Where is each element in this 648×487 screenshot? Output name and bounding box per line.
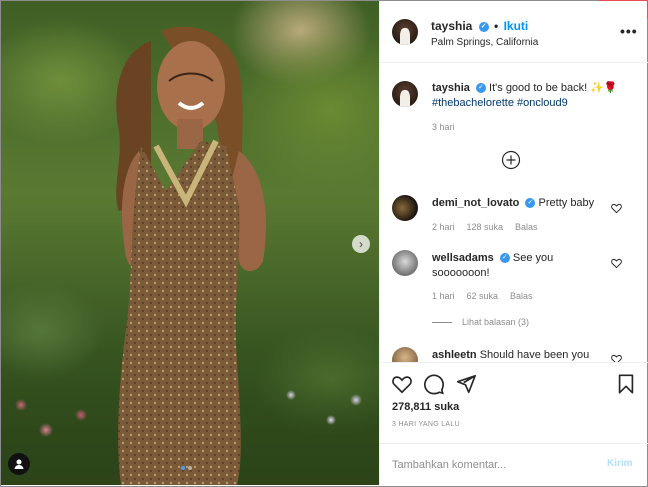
comment-meta: 1 hari 62 suka Balas [432, 291, 533, 301]
comment: wellsadams ✓ See you sooooooon! [432, 251, 567, 281]
replies-line [432, 321, 452, 323]
next-image-button[interactable]: › [352, 235, 370, 253]
post-sidebar: tayshia ✓ • Ikuti Palm Springs, Californ… [379, 1, 648, 485]
likes-count[interactable]: 278,811 suka [392, 401, 459, 413]
user-tag-icon [14, 459, 24, 469]
verified-icon: ✓ [525, 198, 536, 209]
post-actions: 278,811 suka 3 HARI YANG LALU [380, 362, 648, 443]
comment-likes[interactable]: 128 suka [467, 222, 504, 232]
add-circle-icon[interactable] [501, 150, 521, 170]
reply-button[interactable]: Balas [510, 291, 533, 301]
comment-like-heart-icon[interactable] [611, 203, 622, 214]
verified-icon: ✓ [475, 83, 486, 94]
add-comment-form: Kirim [380, 443, 648, 485]
bookmark-icon[interactable] [615, 373, 637, 395]
caption: tayshia ✓ It's good to be back! ✨🌹 #theb… [432, 81, 632, 111]
user-tags-button[interactable] [8, 453, 30, 475]
caption-hashtags[interactable]: #thebachelorette #oncloud9 [432, 97, 568, 109]
avatar[interactable] [392, 347, 418, 362]
caption-time[interactable]: 3 hari [432, 122, 455, 132]
caption-text: It's good to be back! ✨🌹 [489, 82, 618, 94]
comment: ashleetn Should have been you [432, 348, 612, 362]
separator-dot: • [494, 19, 499, 33]
post-header: tayshia ✓ • Ikuti Palm Springs, Californ… [380, 1, 648, 63]
post-location[interactable]: Palm Springs, California [431, 37, 538, 48]
reply-button[interactable]: Balas [515, 222, 538, 232]
comment-text: Pretty baby [538, 197, 595, 209]
comments-list: tayshia ✓ It's good to be back! ✨🌹 #theb… [380, 64, 648, 362]
comment-like-heart-icon[interactable] [611, 354, 622, 362]
comment-icon[interactable] [423, 373, 445, 395]
avatar[interactable] [392, 195, 418, 221]
comment-username[interactable]: wellsadams [432, 252, 494, 264]
share-icon[interactable] [455, 373, 477, 395]
comment-time[interactable]: 2 hari [432, 222, 455, 232]
comment-username[interactable]: ashleetn [432, 349, 477, 361]
woman-in-gown-image [116, 26, 266, 485]
view-replies-button[interactable]: Lihat balasan (3) [432, 317, 529, 327]
avatar[interactable] [392, 81, 418, 107]
comment-likes[interactable]: 62 suka [467, 291, 499, 301]
comment-input[interactable] [392, 455, 592, 475]
verified-icon: ✓ [478, 21, 489, 32]
next-arrow-icon: › [359, 237, 363, 251]
post-comment-button[interactable]: Kirim [607, 458, 633, 469]
post-author-line: tayshia ✓ • Ikuti [431, 19, 528, 33]
caption-username[interactable]: tayshia [432, 82, 470, 94]
comment-time[interactable]: 1 hari [432, 291, 455, 301]
follow-button[interactable]: Ikuti [504, 19, 529, 33]
more-icon: ••• [620, 23, 638, 39]
carousel-dot-active [181, 466, 185, 470]
caption-meta: 3 hari [432, 122, 455, 132]
post-photo[interactable]: › [1, 1, 379, 485]
comment-like-heart-icon[interactable] [611, 258, 622, 269]
avatar[interactable] [392, 250, 418, 276]
heart-icon[interactable] [391, 373, 413, 395]
comment-meta: 2 hari 128 suka Balas [432, 222, 538, 232]
comment-username[interactable]: demi_not_lovato [432, 197, 519, 209]
post-date[interactable]: 3 HARI YANG LALU [392, 421, 460, 428]
avatar[interactable] [392, 19, 418, 45]
post-author-username[interactable]: tayshia [431, 19, 472, 33]
comment: demi_not_lovato ✓ Pretty baby [432, 196, 622, 211]
verified-icon: ✓ [499, 253, 510, 264]
carousel-dot [188, 466, 192, 470]
more-options-button[interactable]: ••• [620, 23, 638, 39]
comment-text: Should have been you [479, 349, 590, 361]
carousel-indicator [181, 466, 192, 470]
view-replies-label: Lihat balasan (3) [462, 317, 530, 327]
